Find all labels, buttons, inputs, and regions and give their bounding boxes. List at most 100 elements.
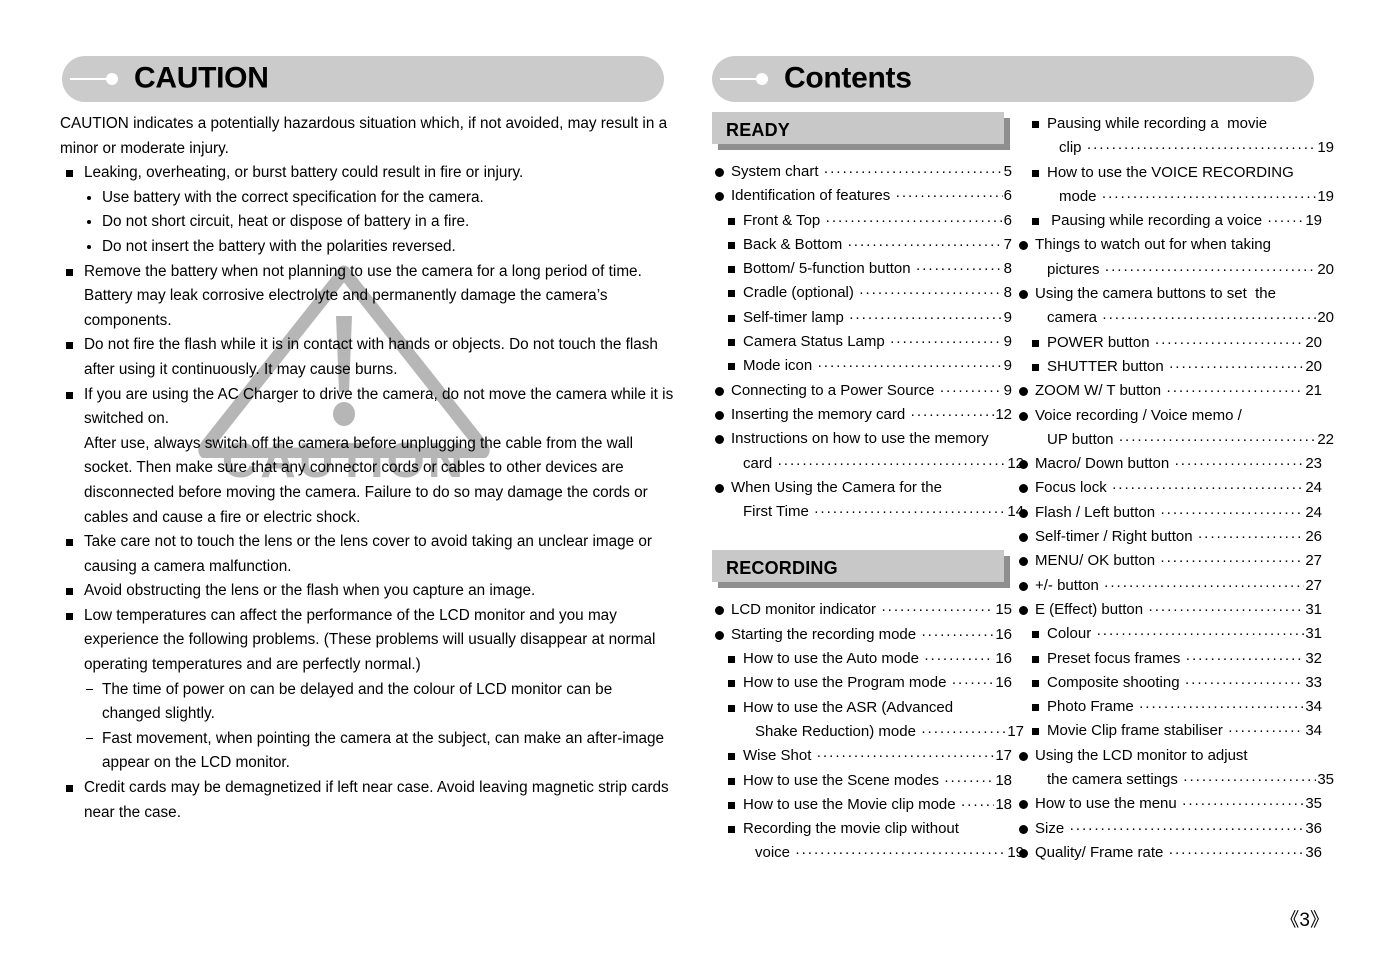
toc-entry[interactable]: Macro/ Down button ······················… [1016, 452, 1322, 476]
dot-bullet-icon [1019, 290, 1028, 300]
toc-entry-line: How to use the Movie clip mode··········… [743, 793, 1012, 817]
toc-entry[interactable]: When Using the Camera for the First Time ·… [712, 476, 1024, 525]
toc-entry[interactable]: How to use the Auto mode················… [712, 647, 1012, 671]
toc-entry[interactable]: Pausing while recording a movie clip ·····… [1016, 112, 1334, 161]
toc-leader-dots: ········································… [1118, 430, 1317, 448]
caution-item: If you are using the AC Charger to drive… [60, 383, 674, 432]
toc-entry[interactable]: Colour··································… [1016, 622, 1322, 646]
toc-entry[interactable]: Flash / Left button ·····················… [1016, 501, 1322, 525]
toc-entry-label: +/- button [1035, 576, 1099, 594]
toc-entry-page: 34 [1305, 722, 1322, 740]
toc-entry[interactable]: Voice recording / Voice memo / UP button ·… [1016, 404, 1334, 453]
toc-entry-line: Wise Shot·······························… [743, 744, 1012, 768]
dot-bullet-icon [1019, 387, 1028, 397]
toc-entry[interactable]: How to use the Program mode·············… [712, 671, 1012, 695]
caution-item: Avoid obstructing the lens or the flash … [60, 579, 674, 604]
caution-item-text: Leaking, overheating, or burst battery c… [84, 164, 524, 182]
toc-leader-dots: ········································… [1185, 649, 1304, 667]
toc-entry-page: 20 [1305, 357, 1322, 375]
square-bullet-icon [66, 588, 73, 596]
toc-entry[interactable]: How to use the VOICE RECORDING mode ······… [1016, 161, 1334, 210]
toc-entry-page: 36 [1305, 819, 1322, 837]
square-bullet-icon [728, 826, 735, 834]
toc-entry-label: Connecting to a Power Source [731, 381, 935, 399]
toc-entry[interactable]: Front & Top·····························… [712, 209, 1012, 233]
toc-entry[interactable]: Wise Shot·······························… [712, 744, 1012, 768]
banner-dot-icon [756, 73, 768, 85]
toc-entry-label-cont: Shake Reduction) mode [755, 722, 916, 740]
toc-leader-dots: ········································… [1148, 600, 1304, 618]
caution-item-text: Do not short circuit, heat or dispose of… [102, 213, 470, 231]
toc-entry[interactable]: Photo Frame·····························… [1016, 695, 1322, 719]
dot-bullet-icon [715, 483, 724, 493]
toc-entry-label: Wise Shot [743, 747, 812, 765]
toc-entry-label: E (Effect) button [1035, 600, 1144, 618]
toc-entry-page: 15 [995, 601, 1012, 619]
toc-entry[interactable]: LCD monitor indicator···················… [712, 598, 1012, 622]
toc-entry[interactable]: Quality/ Frame rate ·····················… [1016, 841, 1322, 865]
toc-entry[interactable]: Self-timer lamp·························… [712, 306, 1012, 330]
toc-entry[interactable]: Focus lock ······························… [1016, 476, 1322, 500]
section-header-label: RECORDING [726, 558, 838, 579]
toc-entry[interactable]: ZOOM W/ T button························… [1016, 379, 1322, 403]
toc-entry[interactable]: How to use the Movie clip mode··········… [712, 793, 1012, 817]
toc-entry-label: Pausing while recording a movie [1047, 115, 1268, 132]
toc-entry-line: Preset focus frames·····················… [1047, 647, 1322, 671]
square-bullet-icon [728, 753, 735, 761]
toc-leader-dots: ········································… [920, 722, 1006, 740]
toc-entry-page: 36 [1305, 843, 1322, 861]
toc-entry[interactable]: Things to watch out for when taking pictu… [1016, 233, 1334, 282]
toc-entry-line: Self-timer lamp·························… [743, 306, 1012, 330]
square-bullet-icon [1032, 655, 1039, 663]
toc-entry[interactable]: Cradle (optional) ·······················… [712, 281, 1012, 305]
toc-entry[interactable]: Self-timer / Right button ···············… [1016, 525, 1322, 549]
toc-entry-label: Bottom/ 5-function button [743, 260, 911, 278]
toc-entry[interactable]: POWER button····························… [1016, 331, 1322, 355]
toc-entry[interactable]: Connecting to a Power Source············… [712, 379, 1012, 403]
toc-entry[interactable]: Composite shooting······················… [1016, 671, 1322, 695]
toc-entry[interactable]: How to use the ASR (Advanced Shake Reduct… [712, 696, 1024, 745]
toc-entry-label: MENU/ OK button [1035, 552, 1156, 570]
toc-entry-label: How to use the ASR (Advanced [743, 698, 954, 716]
toc-entry-line: MENU/ OK button·························… [1035, 549, 1322, 573]
toc-entry[interactable]: Mode icon·······························… [712, 354, 1012, 378]
toc-leader-dots: ········································… [813, 503, 1006, 521]
toc-entry-page: 33 [1305, 673, 1322, 691]
toc-entry[interactable]: How to use the Scene modes··············… [712, 769, 1012, 793]
square-bullet-icon [728, 339, 735, 347]
square-bullet-icon [66, 612, 73, 620]
toc-entry[interactable]: MENU/ OK button·························… [1016, 549, 1322, 573]
toc-entry[interactable]: Recording the movie clip without voice ···… [712, 817, 1024, 866]
toc-entry[interactable]: Using the LCD monitor to adjust the camer… [1016, 744, 1334, 793]
toc-entry-line: Size ····································… [1035, 817, 1322, 841]
toc-entry[interactable]: System chart ····························… [712, 160, 1012, 184]
toc-entry-page: 20 [1305, 333, 1322, 351]
toc-entry-label: Front & Top [743, 211, 821, 229]
toc-entry-line: +/- button ······························… [1035, 574, 1322, 598]
toc-leader-dots: ········································… [1160, 552, 1304, 570]
toc-entry[interactable]: Back & Bottom···························… [712, 233, 1012, 257]
toc-entry[interactable]: How to use the menu·····················… [1016, 792, 1322, 816]
toc-entry[interactable]: Bottom/ 5-function button···············… [712, 257, 1012, 281]
square-bullet-icon [66, 391, 73, 399]
toc-entry-label: Self-timer lamp [743, 308, 844, 326]
toc-entry[interactable]: Instructions on how to use the memory car… [712, 427, 1024, 476]
toc-entry[interactable]: Inserting the memory card···············… [712, 403, 1012, 427]
toc-entry[interactable]: E (Effect) button ·······················… [1016, 598, 1322, 622]
toc-entry[interactable]: Starting the recording mode·············… [712, 623, 1012, 647]
toc-entry[interactable]: Size ····································… [1016, 817, 1322, 841]
toc-entry[interactable]: Camera Status Lamp······················… [712, 330, 1012, 354]
toc-entry-label: Photo Frame [1047, 698, 1134, 716]
toc-entry[interactable]: Preset focus frames·····················… [1016, 647, 1322, 671]
toc-section-header: RECORDING [712, 550, 1012, 589]
toc-entry-line: How to use the Scene modes··············… [743, 769, 1012, 793]
toc-column-right: Pausing while recording a movie clip ·····… [1016, 112, 1334, 865]
toc-entry[interactable]: Using the camera buttons to set the camer… [1016, 282, 1334, 331]
toc-entry-label-cont: UP button [1047, 430, 1114, 448]
toc-entry[interactable]: Identification of features ··············… [712, 184, 1012, 208]
toc-entry[interactable]: Movie Clip frame stabiliser·············… [1016, 719, 1322, 743]
toc-entry-line: E (Effect) button ·······················… [1035, 598, 1322, 622]
toc-entry[interactable]: Pausing while recording a voice·········… [1016, 209, 1322, 233]
toc-entry[interactable]: +/- button ······························… [1016, 574, 1322, 598]
toc-entry[interactable]: SHUTTER button··························… [1016, 355, 1322, 379]
